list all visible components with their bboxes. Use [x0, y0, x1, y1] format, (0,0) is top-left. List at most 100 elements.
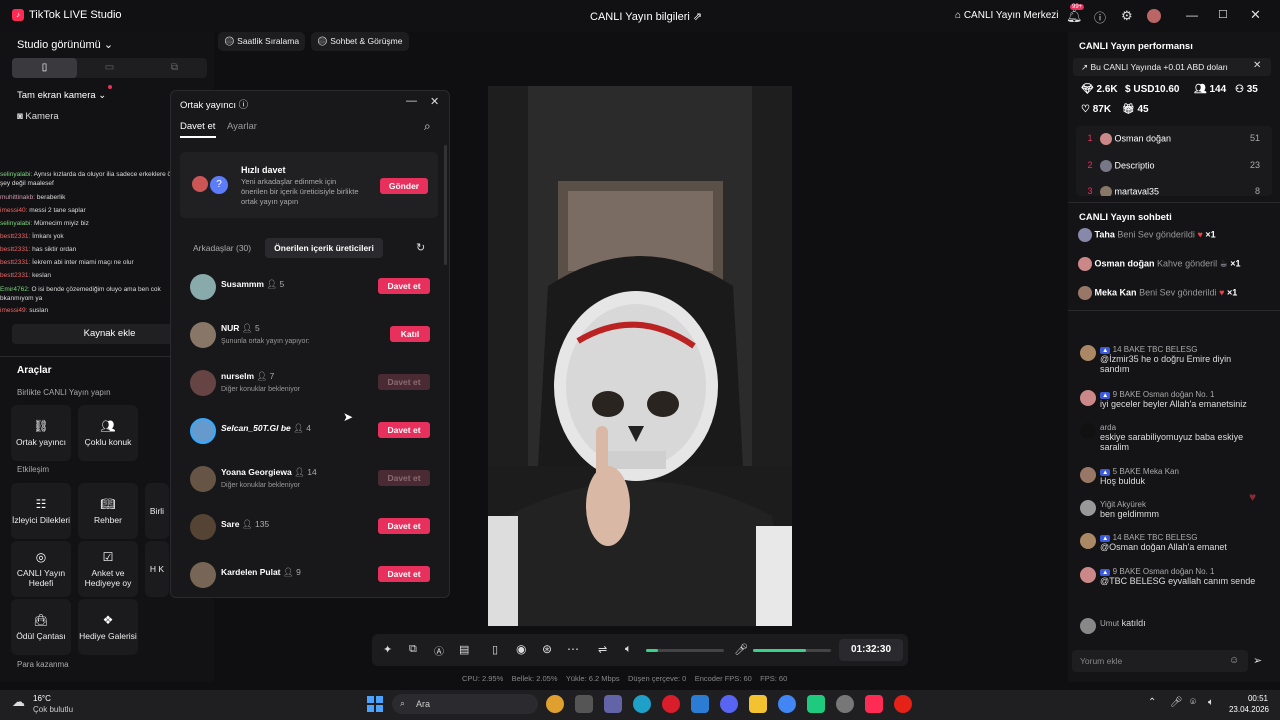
partial-tool[interactable]: H K [145, 541, 169, 597]
chrome-icon[interactable] [778, 695, 796, 713]
partial-tool[interactable]: Birli [145, 483, 169, 539]
gift-row: Osman doğan Kahve gönderil ☕︎ ×1 [1078, 257, 1268, 277]
caption-icon[interactable]: ▤ [459, 643, 469, 656]
invite-button[interactable]: Davet et [378, 422, 430, 438]
store-icon[interactable] [691, 695, 709, 713]
send-icon[interactable]: ➢ [1253, 654, 1262, 667]
avatar[interactable] [1147, 9, 1161, 23]
volume-slider[interactable] [646, 649, 724, 652]
camera-preview [488, 86, 792, 626]
send-button[interactable]: Gönder [380, 178, 428, 194]
ranking-row[interactable]: 3 martaval35 8 [1080, 186, 1260, 196]
camera-switch-icon[interactable]: ⊛ [542, 642, 552, 656]
poll-tool[interactable]: ☑ Anket ve Hediyeye oy [78, 541, 138, 597]
minimize-icon[interactable]: — [1186, 8, 1198, 22]
avatar [1100, 133, 1112, 145]
folder-icon[interactable] [749, 695, 767, 713]
youtube-icon[interactable] [894, 695, 912, 713]
terminal-icon[interactable] [575, 695, 593, 713]
sliders-icon[interactable]: ⇌ [598, 643, 607, 656]
live-goal-tool[interactable]: ◎ CANLI Yayın Hedefi [11, 541, 71, 597]
top-chips: 🟡︎ Saatlik Sıralama 🟡︎ Sohbet & Görüşme [218, 32, 409, 51]
invite-button[interactable]: Davet et [378, 470, 430, 486]
emoji-icon[interactable]: ☺ [1229, 655, 1239, 666]
quick-invite-desc: Yeni arkadaşlar edinmek için önerilen bi… [241, 177, 359, 206]
edge-icon[interactable] [633, 695, 651, 713]
chat-comment: Yiğit Akyürek ben geldimmm [1080, 500, 1262, 519]
opera-icon[interactable] [662, 695, 680, 713]
scene-dropdown[interactable]: Tam ekran kamera ⌄ [17, 90, 106, 101]
camera-source[interactable]: ◙ Kamera [17, 111, 59, 122]
studio-view-dropdown[interactable]: Studio görünümü ⌄ [17, 38, 113, 51]
avatar [1080, 618, 1096, 634]
close-icon[interactable]: ✕ [1253, 60, 1261, 71]
mic-icon[interactable]: 🎤︎ [734, 643, 748, 656]
friends-tab[interactable]: Arkadaşlar (30) [193, 243, 251, 253]
camera-icon: ◙ [17, 111, 23, 122]
app-icon[interactable] [836, 695, 854, 713]
viewer-requests-tool[interactable]: ☷ İzleyici Dilekleri [11, 483, 71, 539]
ranking-row[interactable]: 1 Osman doğan 51 [1080, 133, 1260, 153]
tab-invite[interactable]: Davet et [180, 121, 215, 132]
maximize-icon[interactable]: ☐ [1218, 8, 1228, 21]
minimize-icon[interactable]: — [406, 95, 417, 107]
chrome-icon[interactable] [546, 695, 564, 713]
help-icon[interactable]: ⓘ [1094, 9, 1106, 26]
tiktok-icon[interactable] [865, 695, 883, 713]
teams-icon[interactable] [604, 695, 622, 713]
magic-icon[interactable]: ✦ [383, 643, 392, 656]
app-icon[interactable] [807, 695, 825, 713]
multi-guest-tool[interactable]: 👥︎ Çoklu konuk [78, 405, 138, 461]
tab-settings[interactable]: Ayarlar [227, 121, 257, 132]
list-item: Selcan_50T.Gl be 👤︎ 4 Davet et [190, 416, 430, 446]
comment-input[interactable]: Yorum ekle [1072, 650, 1248, 672]
windows-start-icon[interactable] [367, 696, 383, 712]
refresh-icon[interactable]: ↻ [416, 241, 425, 254]
gifters-metric: 🎁︎ 45 [1122, 104, 1149, 115]
scrollbar[interactable] [444, 145, 447, 265]
invite-button[interactable]: Davet et [378, 566, 430, 582]
invite-button[interactable]: Davet et [378, 278, 430, 294]
discord-icon[interactable] [720, 695, 738, 713]
chat-overlay-line: selinyalabi: Mümecim miyiz biz [0, 220, 89, 227]
gift-gallery-tool[interactable]: ❖ Hediye Galerisi [78, 599, 138, 655]
stacked-layout-icon[interactable]: ⧉ [142, 58, 207, 78]
more-icon[interactable]: ⋯ [567, 642, 579, 656]
phone-icon[interactable]: ▯ [492, 643, 498, 656]
cohost-tool[interactable]: ⛓ Ortak yayıncı [11, 405, 71, 461]
taskbar-search[interactable]: Ara [392, 694, 538, 714]
users-icon: 👥︎ [100, 419, 116, 433]
close-icon[interactable]: ✕ [1250, 7, 1261, 23]
network-icon[interactable]: ⌾ [1190, 697, 1196, 708]
guide-tool[interactable]: 📖︎ Rehber [78, 483, 138, 539]
ai-icon[interactable]: Ⓐ [434, 643, 444, 658]
live-info-button[interactable]: CANLI Yayın bilgileri ⇗ [590, 10, 702, 23]
live-center-button[interactable]: ⌂ CANLI Yayın Merkezi [955, 10, 1059, 21]
record-icon[interactable]: ◉ [516, 642, 526, 656]
avatar [190, 274, 216, 300]
speaker-icon[interactable]: 🔈︎ [1208, 697, 1214, 708]
mic-icon[interactable]: 🎤︎ [1170, 697, 1183, 708]
translate-icon[interactable]: ⧉ [409, 643, 417, 656]
coffee-icon: ☕︎ [1219, 258, 1228, 269]
chat-chip[interactable]: 🟡︎ Sohbet & Görüşme [311, 32, 409, 51]
gear-icon[interactable]: ⚙ [1121, 8, 1133, 24]
ranking-row[interactable]: 2 Descriptio 23 [1080, 160, 1260, 180]
bell-icon[interactable]: 🔔︎ [1066, 8, 1083, 24]
list-item: NUR 👤︎ 5 Şununla ortak yayın yapıyor: Katı… [190, 320, 430, 350]
target-icon: ◎ [35, 550, 47, 564]
close-icon[interactable]: ✕ [430, 95, 439, 108]
invite-button[interactable]: Davet et [378, 518, 430, 534]
hourly-ranking-chip[interactable]: 🟡︎ Saatlik Sıralama [218, 32, 306, 51]
reward-bag-tool[interactable]: 👜︎ Ödül Çantası [11, 599, 71, 655]
speaker-icon[interactable]: 🔈︎ [625, 643, 632, 656]
landscape-layout-icon[interactable]: ▭ [77, 58, 142, 78]
search-icon[interactable]: ⌕ [424, 119, 431, 134]
join-button[interactable]: Katıl [390, 326, 430, 342]
mic-slider[interactable] [753, 649, 831, 652]
suggested-tab[interactable]: Önerilen içerik üreticileri [265, 238, 383, 258]
portrait-layout-icon[interactable]: ▯ [12, 58, 77, 78]
chevron-up-icon[interactable]: ⌃ [1148, 697, 1156, 708]
weather-icon[interactable]: ☁ [12, 694, 25, 710]
invite-button[interactable]: Davet et [378, 374, 430, 390]
